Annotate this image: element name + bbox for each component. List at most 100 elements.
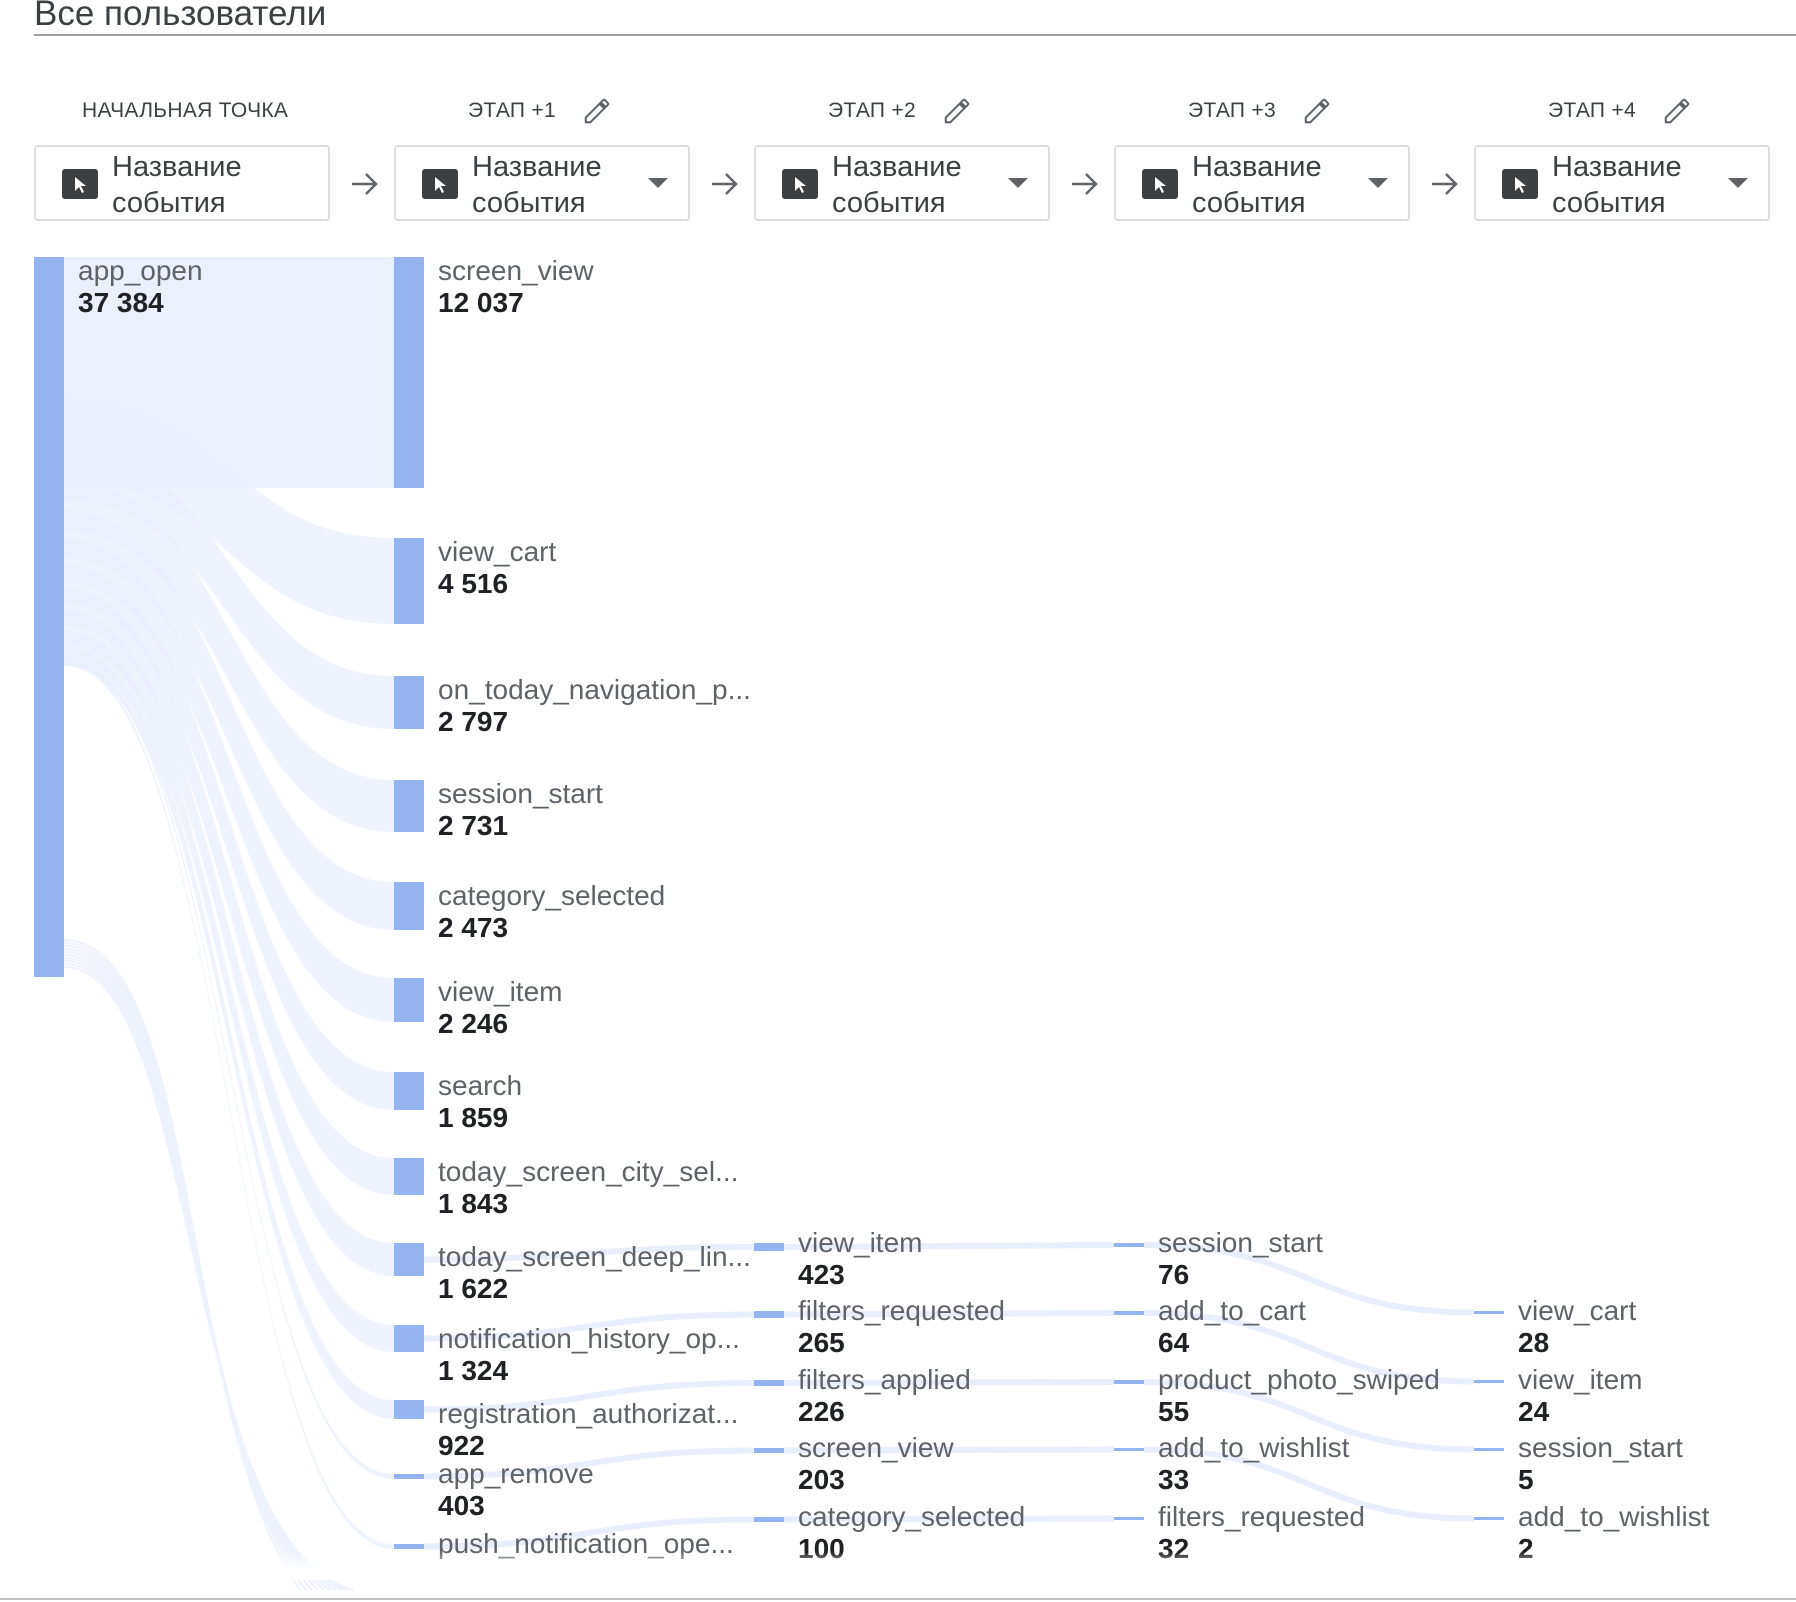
edit-pencil-icon[interactable]: [1662, 96, 1692, 126]
sankey-node-label[interactable]: on_today_navigation_p... 2 797: [438, 674, 751, 738]
edit-pencil-icon[interactable]: [582, 96, 612, 126]
sankey-node-bar[interactable]: [394, 1400, 424, 1419]
node-event-name: view_cart: [1518, 1295, 1637, 1326]
cursor-click-icon: [782, 169, 818, 199]
scroll-fade: [0, 1552, 1796, 1580]
node-event-count: 203: [798, 1464, 845, 1495]
node-event-name: registration_authorizat...: [438, 1398, 739, 1429]
sankey-node-label[interactable]: today_screen_deep_lin... 1 622: [438, 1241, 751, 1305]
sankey-node-bar[interactable]: [1474, 1448, 1504, 1451]
flow-link: [63, 960, 343, 1591]
step-dropdown-1[interactable]: Название события: [394, 145, 690, 221]
sankey-node-label[interactable]: app_remove 403: [438, 1458, 594, 1522]
sankey-node-label[interactable]: view_item 423: [798, 1227, 922, 1291]
sankey-node-label[interactable]: registration_authorizat... 922: [438, 1398, 738, 1462]
stage-header-2: ЭТАП +2: [828, 96, 972, 126]
cursor-click-icon: [1502, 169, 1538, 199]
stage-label: ЭТАП +1: [468, 99, 556, 122]
sankey-node-label[interactable]: session_start 76: [1158, 1227, 1323, 1291]
sankey-node-bar[interactable]: [754, 1311, 784, 1318]
stage-label: ЭТАП +4: [1548, 99, 1636, 122]
sankey-node-label[interactable]: search 1 859: [438, 1070, 522, 1134]
sankey-node-bar[interactable]: [1114, 1380, 1144, 1384]
node-event-count: 2 731: [438, 810, 509, 841]
sankey-node-bar[interactable]: [394, 1072, 424, 1110]
edit-pencil-icon[interactable]: [1302, 96, 1332, 126]
sankey-node-bar[interactable]: [1474, 1380, 1504, 1383]
node-event-name: view_cart: [438, 536, 557, 567]
sankey-node-label[interactable]: view_item 2 246: [438, 976, 562, 1040]
sankey-node-bar[interactable]: [394, 780, 424, 832]
stage-header-start: НАЧАЛЬНАЯ ТОЧКА: [82, 96, 288, 126]
node-event-name: app_remove: [438, 1458, 594, 1489]
node-event-name: search: [438, 1070, 523, 1101]
node-event-count: 55: [1158, 1396, 1190, 1427]
sankey-node-label[interactable]: app_open 37 384: [78, 255, 203, 319]
step-dropdown-4[interactable]: Название события: [1474, 145, 1770, 221]
sankey-node-bar[interactable]: [754, 1517, 784, 1522]
flow-link: [63, 957, 337, 1591]
node-event-count: 33: [1158, 1464, 1190, 1495]
sankey-node-bar[interactable]: [394, 1544, 424, 1549]
node-event-name: session_start: [1158, 1227, 1323, 1258]
sankey-node-bar[interactable]: [1114, 1448, 1144, 1451]
node-event-count: 2 246: [438, 1008, 509, 1039]
node-event-name: filters_applied: [798, 1364, 971, 1395]
sankey-node-label[interactable]: view_item 24: [1518, 1364, 1642, 1428]
node-event-count: 37 384: [78, 287, 164, 318]
sankey-node-bar[interactable]: [1114, 1243, 1144, 1247]
node-event-count: 76: [1158, 1259, 1190, 1290]
sankey-node-label[interactable]: today_screen_city_sel... 1 843: [438, 1156, 738, 1220]
sankey-node-bar[interactable]: [394, 1243, 424, 1276]
sankey-node-label[interactable]: screen_view 12 037: [438, 255, 594, 319]
sankey-node-label[interactable]: category_selected 2 473: [438, 880, 665, 944]
sankey-node-bar[interactable]: [754, 1243, 784, 1251]
node-event-name: session_start: [1518, 1432, 1683, 1463]
sankey-node-label[interactable]: view_cart 4 516: [438, 536, 556, 600]
cursor-click-icon: [422, 169, 458, 199]
sankey-node-label[interactable]: notification_history_op... 1 324: [438, 1323, 740, 1387]
step-dropdown-start[interactable]: Название события: [34, 145, 330, 221]
sankey-node-bar[interactable]: [1114, 1517, 1144, 1520]
sankey-node-bar[interactable]: [394, 1474, 424, 1479]
step-dropdown-label: Название события: [112, 151, 242, 219]
sankey-node-label[interactable]: session_start 5: [1518, 1432, 1683, 1496]
node-event-name: today_screen_city_sel...: [438, 1156, 739, 1187]
sankey-node-bar[interactable]: [394, 676, 424, 729]
node-event-name: category_selected: [798, 1501, 1026, 1532]
node-event-count: 423: [798, 1259, 845, 1290]
sankey-node-bar[interactable]: [34, 257, 64, 977]
sankey-node-label[interactable]: product_photo_swiped 55: [1158, 1364, 1440, 1428]
sankey-node-bar[interactable]: [394, 538, 424, 624]
node-event-count: 1 843: [438, 1188, 509, 1219]
flow-link: [63, 939, 301, 1591]
sankey-node-bar[interactable]: [394, 1158, 424, 1195]
sankey-node-label[interactable]: add_to_wishlist 33: [1158, 1432, 1349, 1496]
node-event-count: 4 516: [438, 568, 509, 599]
sankey-node-bar[interactable]: [394, 1325, 424, 1352]
sankey-node-bar[interactable]: [1114, 1311, 1144, 1315]
sankey-node-label[interactable]: filters_applied 226: [798, 1364, 971, 1428]
sankey-node-label[interactable]: session_start 2 731: [438, 778, 603, 842]
step-dropdown-3[interactable]: Название события: [1114, 145, 1410, 221]
stage-label: ЭТАП +2: [828, 99, 916, 122]
sankey-node-bar[interactable]: [394, 257, 424, 488]
sankey-node-label[interactable]: add_to_cart 64: [1158, 1295, 1306, 1359]
cursor-click-icon: [62, 169, 98, 199]
node-event-count: 24: [1518, 1396, 1550, 1427]
node-event-name: view_item: [438, 976, 563, 1007]
chevron-down-icon: [1728, 178, 1748, 188]
chevron-down-icon: [1008, 178, 1028, 188]
sankey-node-bar[interactable]: [754, 1448, 784, 1453]
step-dropdown-2[interactable]: Название события: [754, 145, 1050, 221]
sankey-node-bar[interactable]: [1474, 1517, 1504, 1520]
sankey-node-label[interactable]: view_cart 28: [1518, 1295, 1636, 1359]
stage-label: НАЧАЛЬНАЯ ТОЧКА: [82, 99, 289, 122]
sankey-node-bar[interactable]: [394, 882, 424, 930]
sankey-node-bar[interactable]: [1474, 1311, 1504, 1314]
sankey-node-bar[interactable]: [394, 978, 424, 1022]
sankey-node-label[interactable]: screen_view 203: [798, 1432, 954, 1496]
sankey-node-label[interactable]: filters_requested 265: [798, 1295, 1005, 1359]
edit-pencil-icon[interactable]: [942, 96, 972, 126]
sankey-node-bar[interactable]: [754, 1380, 784, 1386]
